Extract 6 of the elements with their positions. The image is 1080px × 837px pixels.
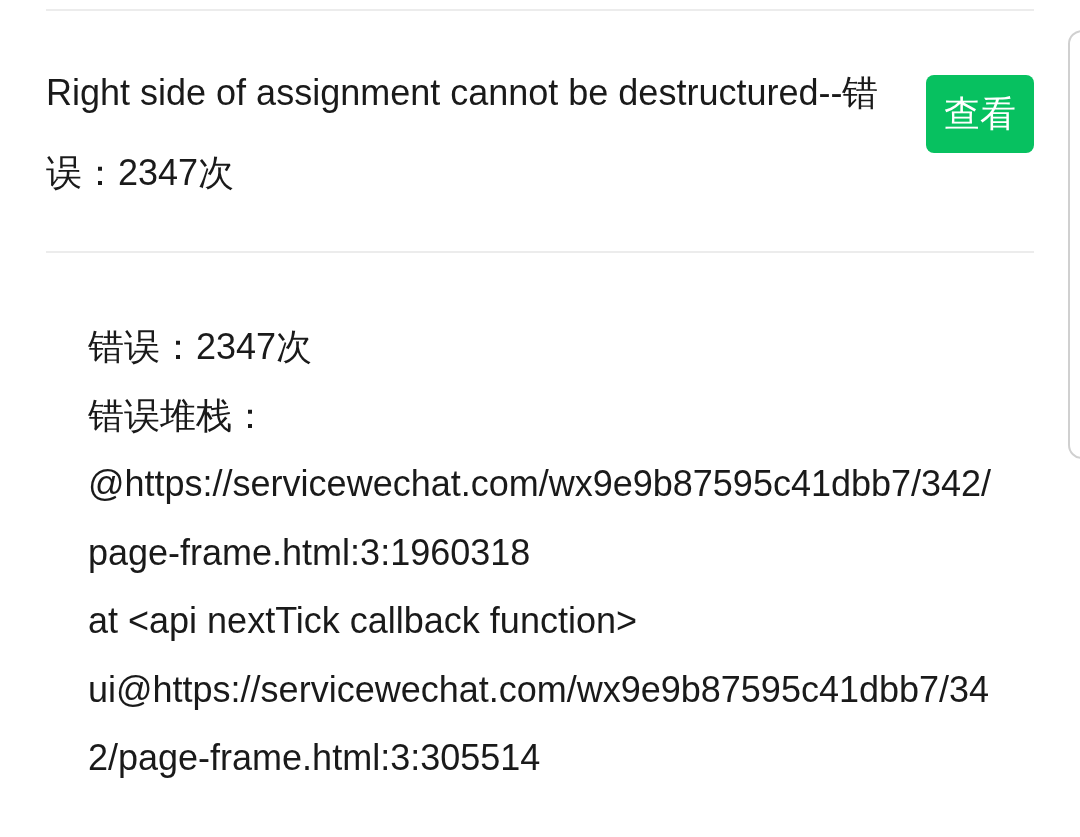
- detail-line: 错误堆栈：: [88, 393, 269, 438]
- error-title: Right side of assignment cannot be destructured--错误：2347次: [46, 71, 880, 195]
- detail-line: at <api nextTick callback function>: [88, 599, 638, 643]
- detail-line: ui@https://servicewechat.com/wx9e9b87595c41dbb7/342/page-frame.html:3:305514: [88, 667, 991, 780]
- view-button[interactable]: 查看: [926, 75, 1034, 153]
- detail-line: 错误：2347次: [88, 325, 314, 369]
